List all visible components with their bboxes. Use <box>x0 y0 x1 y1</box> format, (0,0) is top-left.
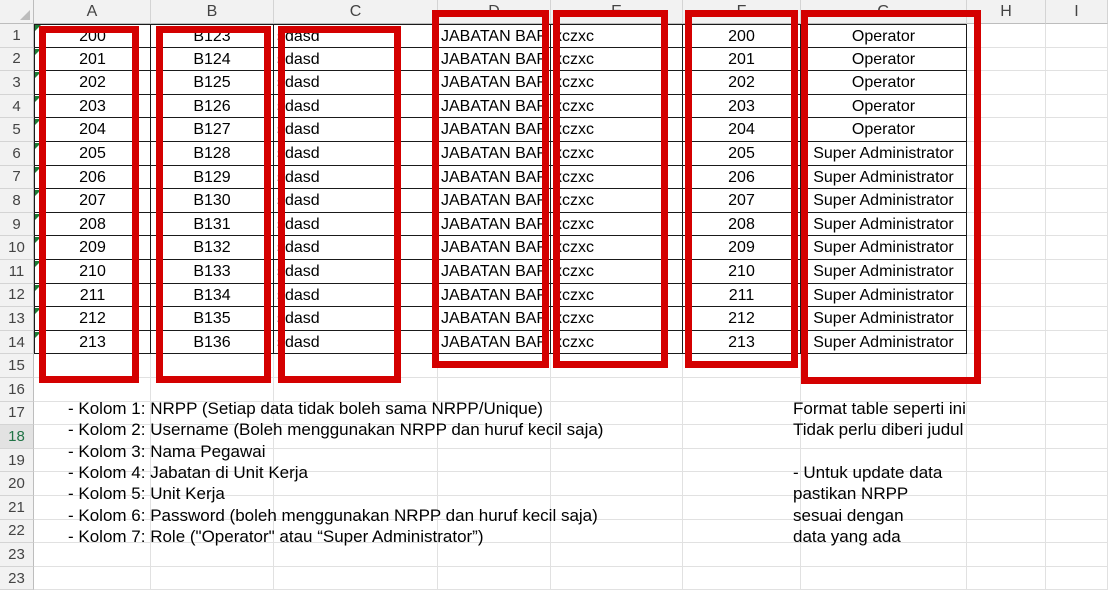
row-header-18[interactable]: 18 <box>0 425 34 449</box>
row-header-23[interactable]: 23 <box>0 543 34 567</box>
note-left-4: - Kolom 4: Jabatan di Unit Kerja <box>68 462 309 482</box>
spreadsheet[interactable]: A B C D E F G H I 1 2 3 4 5 6 7 8 9 10 11 12 13 14 15 16 17 18 19 20… <box>0 0 1108 590</box>
highlight-box-6 <box>685 10 798 368</box>
note-right-6: sesuai dengan <box>793 505 904 525</box>
row-header-16[interactable]: 16 <box>0 378 34 402</box>
row-header-1[interactable]: 1 <box>0 24 34 48</box>
row-header-15[interactable]: 15 <box>0 354 34 378</box>
note-right-2: Tidak perlu diberi judul <box>793 420 964 440</box>
row-header-8[interactable]: 8 <box>0 189 34 213</box>
row-header-10[interactable]: 10 <box>0 236 34 260</box>
column-header-a[interactable]: A <box>34 0 151 24</box>
row-header-24[interactable]: 23 <box>0 566 34 590</box>
select-all-corner[interactable] <box>0 0 34 24</box>
row-header-9[interactable]: 9 <box>0 212 34 237</box>
highlight-box-4 <box>432 10 549 368</box>
row-header-2[interactable]: 2 <box>0 47 34 72</box>
row-header-20[interactable]: 20 <box>0 472 34 496</box>
row-header-21[interactable]: 21 <box>0 496 34 520</box>
row-header-11[interactable]: 11 <box>0 260 34 284</box>
note-left-2: - Kolom 2: Username (Boleh menggunakan N… <box>68 420 604 440</box>
row-header-4[interactable]: 4 <box>0 94 34 119</box>
note-left-3: - Kolom 3: Nama Pegawai <box>68 441 266 461</box>
note-right-1: Format table seperti ini <box>793 399 966 418</box>
note-left-1: - Kolom 1: NRPP (Setiap data tidak boleh… <box>68 399 543 418</box>
row-header-17[interactable]: 17 <box>0 401 34 426</box>
row-header-6[interactable]: 6 <box>0 142 34 166</box>
column-header-i[interactable]: I <box>1046 0 1108 24</box>
column-header-b[interactable]: B <box>151 0 274 24</box>
note-right-4: - Untuk update data <box>793 462 943 482</box>
highlight-box-2 <box>156 26 271 383</box>
row-header-22[interactable]: 22 <box>0 519 34 544</box>
note-left-7: - Kolom 7: Role ("Operator" atau “Super … <box>68 526 484 546</box>
row-header-14[interactable]: 14 <box>0 330 34 355</box>
highlight-box-5 <box>553 10 668 368</box>
row-header-3[interactable]: 3 <box>0 71 34 95</box>
column-header-c[interactable]: C <box>274 0 438 24</box>
note-right-7: data yang ada <box>793 526 901 546</box>
note-left-6: - Kolom 6: Password (boleh menggunakan N… <box>68 505 598 525</box>
highlight-box-3 <box>278 26 401 383</box>
note-left-5: - Kolom 5: Unit Kerja <box>68 484 225 504</box>
row-header-13[interactable]: 13 <box>0 307 34 331</box>
note-right-5: pastikan NRPP <box>793 484 909 504</box>
highlight-box-7 <box>801 10 981 384</box>
row-header-19[interactable]: 19 <box>0 448 34 473</box>
highlight-box-1 <box>39 26 139 383</box>
row-header-7[interactable]: 7 <box>0 165 34 190</box>
row-gridline <box>34 565 1108 567</box>
row-header-12[interactable]: 12 <box>0 283 34 308</box>
row-header-5[interactable]: 5 <box>0 118 34 142</box>
